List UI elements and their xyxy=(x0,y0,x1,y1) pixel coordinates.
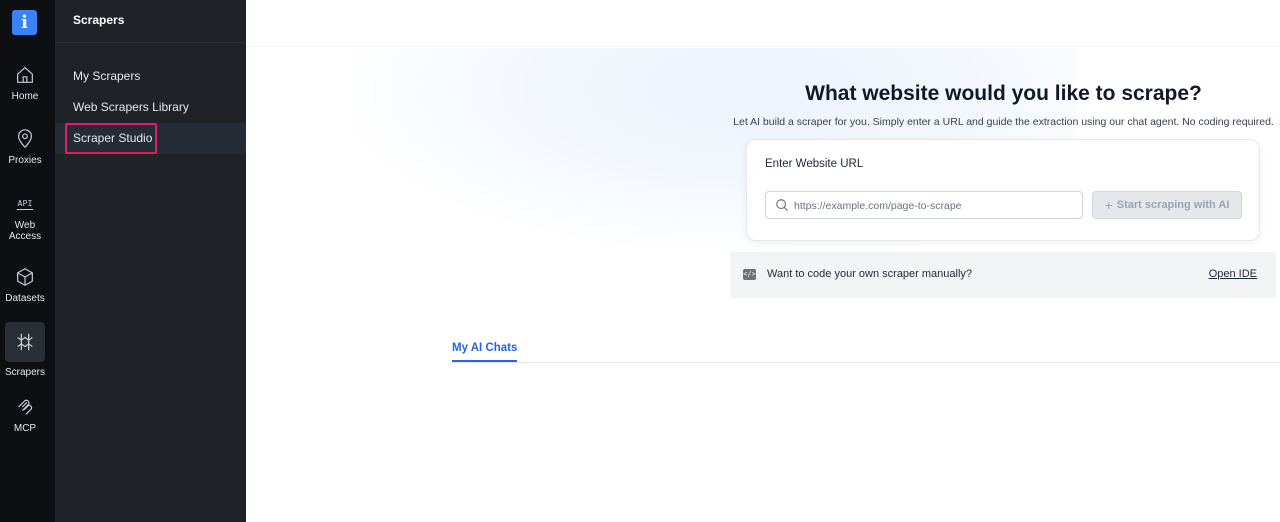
icon-rail: i Home Proxies API Web Access Datasets S… xyxy=(0,0,55,522)
rail-label-scrapers: Scrapers xyxy=(4,367,45,378)
subnav-item-scraper-studio[interactable]: Scraper Studio xyxy=(55,123,246,154)
rail-item-scrapers[interactable] xyxy=(5,322,45,362)
svg-text:API: API xyxy=(18,198,33,208)
subnav-title: Scrapers xyxy=(73,13,125,27)
url-input-wrapper[interactable] xyxy=(765,191,1083,219)
url-input[interactable] xyxy=(794,197,1074,215)
start-scraping-button[interactable]: + Start scraping with AI xyxy=(1092,191,1242,219)
rail-label-datasets: Datasets xyxy=(5,293,45,304)
start-scraping-label: Start scraping with AI xyxy=(1116,199,1230,211)
rail-label-access: Access xyxy=(8,231,42,242)
rail-label-home: Home xyxy=(11,91,39,102)
api-icon: API xyxy=(16,198,34,211)
rail-item-web-access[interactable]: API Web Access xyxy=(0,193,50,242)
top-bar xyxy=(246,0,1280,47)
cube-icon xyxy=(17,268,33,286)
rail-label-proxies: Proxies xyxy=(8,155,42,166)
url-field-label: Enter Website URL xyxy=(765,158,864,170)
subnav-divider xyxy=(55,42,246,43)
scrapers-icon xyxy=(17,333,33,351)
rail-item-proxies[interactable]: Proxies xyxy=(0,128,50,166)
highlight-box xyxy=(65,123,157,154)
subnav-item-my-scrapers[interactable]: My Scrapers xyxy=(55,61,246,92)
rail-item-mcp[interactable]: MCP xyxy=(0,396,50,434)
page-subtitle: Let AI build a scraper for you. Simply e… xyxy=(733,116,1274,128)
rail-item-home[interactable]: Home xyxy=(0,64,50,102)
rail-label-web: Web xyxy=(14,220,36,231)
page-title: What website would you like to scrape? xyxy=(805,82,1202,105)
ide-banner: </> Want to code your own scraper manual… xyxy=(730,252,1276,298)
mcp-icon xyxy=(18,399,33,415)
search-icon xyxy=(776,199,789,212)
chat-tabs: My AI Chats xyxy=(452,340,1280,363)
subnav-item-web-scrapers-library[interactable]: Web Scrapers Library xyxy=(55,92,246,123)
main-content: What website would you like to scrape? L… xyxy=(246,0,1280,522)
rail-label-mcp: MCP xyxy=(13,423,37,434)
active-indicator xyxy=(5,322,45,362)
ide-banner-text: Want to code your own scraper manually? xyxy=(767,268,973,280)
url-card: Enter Website URL + Start scraping with … xyxy=(746,139,1260,241)
location-pin-icon xyxy=(17,129,33,149)
scrapers-subnav: Scrapers My Scrapers Web Scrapers Librar… xyxy=(55,0,246,522)
code-icon: </> xyxy=(743,269,756,280)
rail-scrapers-label-wrap: Scrapers xyxy=(0,362,50,378)
open-ide-link[interactable]: Open IDE xyxy=(1209,268,1257,280)
brand-logo[interactable]: i xyxy=(12,10,37,35)
plus-icon: + xyxy=(1104,197,1113,213)
rail-item-datasets[interactable]: Datasets xyxy=(0,266,50,304)
tab-my-ai-chats[interactable]: My AI Chats xyxy=(452,342,518,362)
home-icon xyxy=(17,66,33,83)
